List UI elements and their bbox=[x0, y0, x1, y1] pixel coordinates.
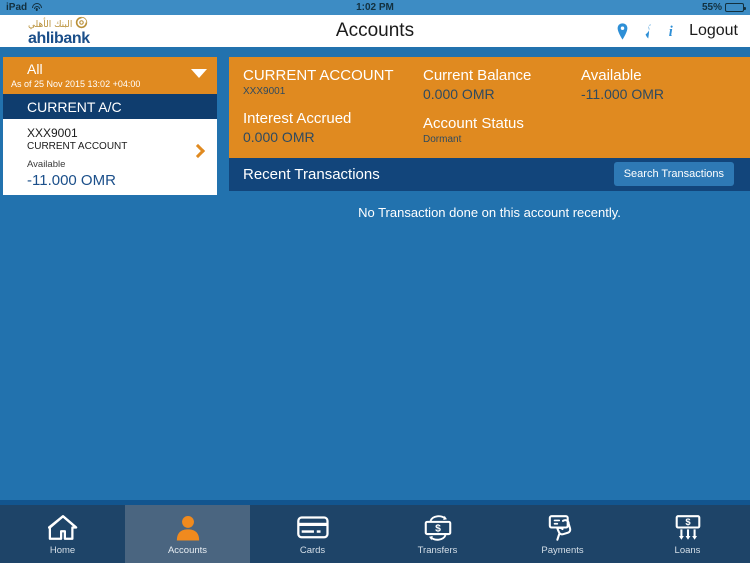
header-actions: i Logout bbox=[616, 22, 750, 40]
status-bar-time: 1:02 PM bbox=[356, 2, 394, 13]
summary-status-value: Dormant bbox=[423, 134, 462, 145]
recent-transactions-title: Recent Transactions bbox=[243, 166, 380, 183]
account-filter-label: All bbox=[27, 61, 43, 77]
status-bar: iPad 1:02 PM 55% bbox=[0, 0, 750, 15]
sidebar-account-item[interactable]: XXX9001 CURRENT ACCOUNT Available -11.00… bbox=[3, 119, 217, 195]
svg-text:i: i bbox=[669, 24, 673, 40]
search-transactions-button[interactable]: Search Transactions bbox=[613, 162, 734, 186]
summary-status-group: Account Status Dormant bbox=[423, 115, 567, 145]
summary-available-group: Available -11.000 OMR bbox=[581, 67, 750, 102]
svg-text:$: $ bbox=[435, 523, 441, 534]
hand-card-payment-icon bbox=[547, 512, 579, 542]
home-icon bbox=[47, 512, 78, 542]
summary-interest-group: Interest Accrued 0.000 OMR bbox=[243, 110, 409, 145]
summary-column-2: Current Balance 0.000 OMR Account Status… bbox=[409, 67, 567, 145]
nav-label-cards: Cards bbox=[299, 545, 326, 556]
no-transactions-message: No Transaction done on this account rece… bbox=[358, 205, 621, 220]
bottom-navigation: Home Accounts Cards $ Transfers Payments… bbox=[0, 500, 750, 563]
nav-label-payments: Payments bbox=[541, 545, 584, 556]
sidebar-available-label: Available bbox=[27, 159, 66, 170]
status-bar-right: 55% bbox=[701, 2, 746, 13]
app-header: البنك الأهلي ahlibank Accounts i Logout bbox=[0, 15, 750, 47]
svg-text:$: $ bbox=[685, 516, 691, 527]
nav-item-cards[interactable]: Cards bbox=[250, 505, 375, 563]
nav-item-payments[interactable]: Payments bbox=[500, 505, 625, 563]
nav-label-loans: Loans bbox=[674, 545, 701, 556]
sidebar-account-number: XXX9001 bbox=[27, 126, 78, 140]
sidebar-available-amount: -11.000 OMR bbox=[27, 172, 116, 189]
account-detail-panel: CURRENT ACCOUNT XXX9001 Interest Accrued… bbox=[229, 57, 750, 220]
summary-interest-value: 0.000 OMR bbox=[243, 129, 315, 145]
sidebar-account-type: CURRENT ACCOUNT bbox=[27, 141, 128, 152]
app-screen: iPad 1:02 PM 55% البنك الأهلي ahlibank A… bbox=[0, 0, 750, 563]
nav-label-home: Home bbox=[49, 545, 76, 556]
summary-account-name: CURRENT ACCOUNT bbox=[243, 67, 394, 84]
nav-label-transfers: Transfers bbox=[417, 545, 458, 556]
info-icon[interactable]: i bbox=[668, 23, 676, 40]
location-pin-icon[interactable] bbox=[616, 22, 629, 40]
summary-available-value: -11.000 OMR bbox=[581, 86, 664, 102]
summary-interest-label: Interest Accrued bbox=[243, 110, 352, 127]
account-group-header: CURRENT A/C bbox=[3, 94, 217, 119]
summary-balance-value: 0.000 OMR bbox=[423, 86, 495, 102]
summary-column-1: CURRENT ACCOUNT XXX9001 Interest Accrued… bbox=[229, 67, 409, 145]
logout-button[interactable]: Logout bbox=[689, 22, 738, 40]
summary-account-number: XXX9001 bbox=[243, 86, 286, 97]
credit-card-icon bbox=[296, 512, 329, 542]
recent-transactions-bar: Recent Transactions Search Transactions bbox=[229, 158, 750, 191]
account-filter-timestamp: As of 25 Nov 2015 13:02 +04:00 bbox=[11, 79, 141, 89]
summary-available-label: Available bbox=[581, 67, 642, 84]
nav-item-home[interactable]: Home bbox=[0, 505, 125, 563]
phone-icon[interactable] bbox=[642, 23, 655, 40]
account-filter-dropdown[interactable]: All As of 25 Nov 2015 13:02 +04:00 bbox=[3, 57, 217, 94]
summary-account-name-group: CURRENT ACCOUNT XXX9001 bbox=[243, 67, 409, 97]
loan-money-icon: $ bbox=[672, 512, 704, 542]
transfer-money-icon: $ bbox=[422, 512, 454, 542]
nav-item-accounts[interactable]: Accounts bbox=[125, 505, 250, 563]
summary-column-3: Available -11.000 OMR bbox=[567, 67, 750, 145]
person-icon bbox=[175, 512, 201, 542]
header-divider-strip bbox=[0, 47, 750, 57]
nav-label-accounts: Accounts bbox=[167, 545, 208, 556]
account-summary-card: CURRENT ACCOUNT XXX9001 Interest Accrued… bbox=[229, 57, 750, 158]
accounts-sidebar: All As of 25 Nov 2015 13:02 +04:00 CURRE… bbox=[3, 57, 217, 195]
summary-status-label: Account Status bbox=[423, 115, 524, 132]
nav-item-loans[interactable]: $ Loans bbox=[625, 505, 750, 563]
content-area: All As of 25 Nov 2015 13:02 +04:00 CURRE… bbox=[0, 57, 750, 500]
battery-percent-label: 55% bbox=[701, 2, 722, 13]
summary-balance-group: Current Balance 0.000 OMR bbox=[423, 67, 567, 102]
battery-icon bbox=[725, 3, 746, 12]
summary-balance-label: Current Balance bbox=[423, 67, 532, 84]
chevron-down-icon bbox=[191, 69, 207, 78]
nav-top-border bbox=[0, 500, 750, 505]
nav-item-transfers[interactable]: $ Transfers bbox=[375, 505, 500, 563]
